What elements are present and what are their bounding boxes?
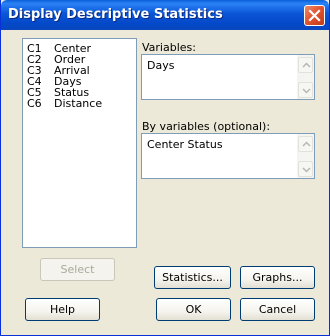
variables-scrollbar[interactable]	[297, 55, 314, 99]
graphs-button[interactable]: Graphs...	[240, 266, 315, 289]
scroll-up-button[interactable]	[298, 57, 313, 73]
by-variables-field[interactable]: Center Status	[141, 133, 315, 179]
dialog-window: Display Descriptive Statistics C1 Center…	[0, 0, 330, 336]
close-button[interactable]	[304, 5, 325, 26]
variables-label: Variables:	[142, 41, 196, 54]
ok-button[interactable]: OK	[156, 298, 231, 321]
chevron-up-icon	[302, 141, 311, 147]
scroll-down-button[interactable]	[298, 161, 313, 177]
column-listbox[interactable]: C1 Center C2 Order C3 Arrival C4 Days C5…	[22, 38, 137, 248]
chevron-down-icon	[302, 88, 311, 94]
cancel-button[interactable]: Cancel	[240, 298, 315, 321]
chevron-up-icon	[302, 62, 311, 68]
by-variables-label: By variables (optional):	[142, 120, 271, 133]
by-variables-scrollbar[interactable]	[297, 134, 314, 178]
variables-value: Days	[147, 59, 175, 72]
close-icon	[308, 9, 321, 22]
variables-field[interactable]: Days	[141, 54, 315, 100]
scroll-up-button[interactable]	[298, 136, 313, 152]
title-bar[interactable]: Display Descriptive Statistics	[1, 0, 329, 30]
statistics-button[interactable]: Statistics...	[154, 266, 231, 289]
dialog-title: Display Descriptive Statistics	[8, 7, 223, 22]
select-button[interactable]: Select	[40, 258, 115, 281]
scroll-down-button[interactable]	[298, 82, 313, 98]
by-variables-value: Center Status	[147, 138, 223, 151]
column-id: C6	[27, 97, 42, 110]
help-button[interactable]: Help	[25, 298, 100, 321]
column-name: Distance	[54, 97, 103, 110]
chevron-down-icon	[302, 167, 311, 173]
